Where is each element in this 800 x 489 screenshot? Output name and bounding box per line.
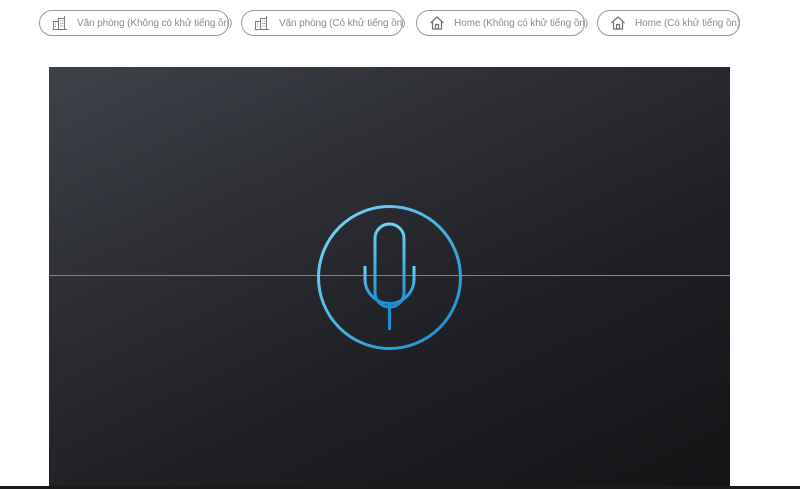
tab-label: Văn phòng (Không có khử tiếng ồn) [77, 17, 233, 29]
home-icon [610, 15, 626, 31]
microphone-icon [317, 205, 462, 350]
tab-label: Văn phòng (Có khử tiếng ồn) [279, 17, 406, 29]
environment-tabs: Văn phòng (Không có khử tiếng ồn) Văn ph… [0, 10, 800, 38]
office-building-icon [52, 15, 68, 31]
microphone-button[interactable] [316, 204, 463, 351]
page: Văn phòng (Không có khử tiếng ồn) Văn ph… [0, 0, 800, 489]
voice-input-panel [49, 67, 730, 486]
tab-home-noise-cancel[interactable]: Home (Có khử tiếng ồn) [597, 10, 740, 36]
tab-label: Home (Không có khử tiếng ồn) [454, 17, 588, 29]
tab-label: Home (Có khử tiếng ồn) [635, 17, 741, 29]
home-icon [429, 15, 445, 31]
tab-home-no-noise-cancel[interactable]: Home (Không có khử tiếng ồn) [416, 10, 588, 36]
tab-office-no-noise-cancel[interactable]: Văn phòng (Không có khử tiếng ồn) [39, 10, 233, 36]
office-building-icon [254, 15, 270, 31]
tab-office-noise-cancel[interactable]: Văn phòng (Có khử tiếng ồn) [241, 10, 406, 36]
